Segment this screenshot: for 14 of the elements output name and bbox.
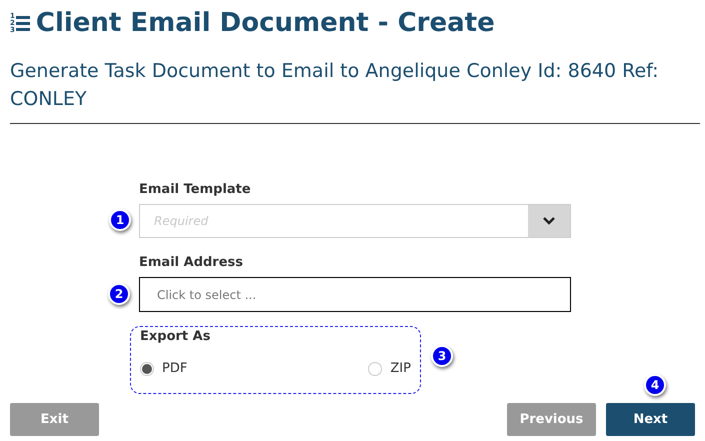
field-label: Export As (140, 329, 210, 345)
step-badge: 1 (109, 209, 131, 231)
radio-option[interactable]: ZIP (368, 359, 411, 378)
step-badge: 4 (644, 374, 666, 396)
field-label: Email Address (139, 255, 244, 271)
chevron-down-icon (543, 217, 555, 225)
step-badge: 3 (431, 345, 453, 367)
page-title: Client Email Document - Create (36, 7, 495, 40)
next-button[interactable]: Next (606, 403, 695, 436)
step-badge: 2 (108, 283, 130, 305)
page-subtitle: Generate Task Document to Email to Angelique Conley Id: 8640 Ref: CONLEY (10, 57, 700, 124)
radio-option[interactable]: PDF (140, 359, 188, 378)
email-address-field[interactable]: Click to select ... (139, 277, 571, 312)
field-label: Email Template (139, 182, 252, 198)
